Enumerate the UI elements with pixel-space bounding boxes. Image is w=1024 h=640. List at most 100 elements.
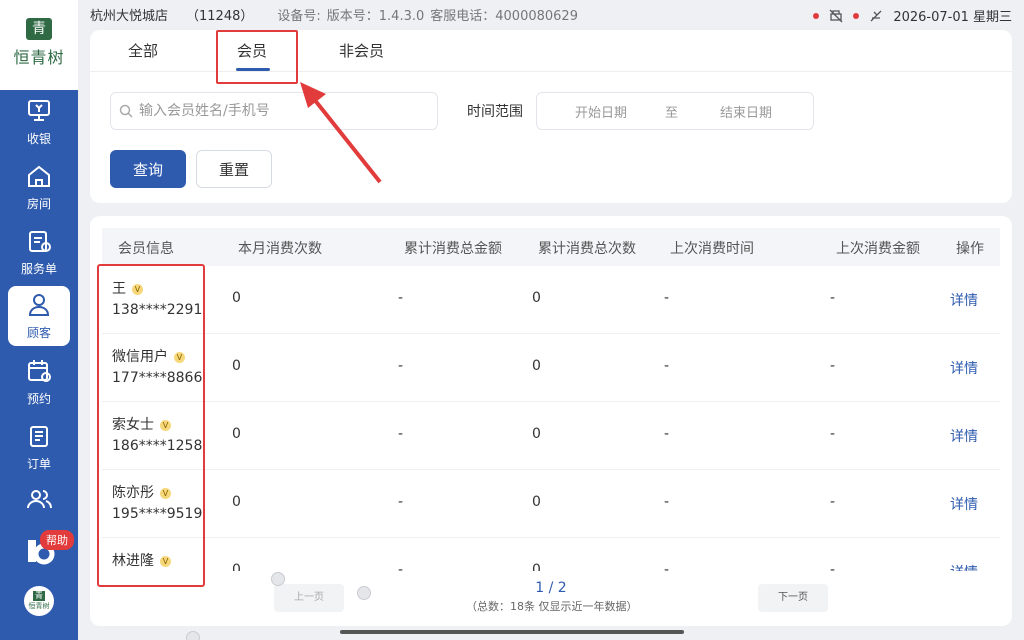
total-count-note: （总数：18条 仅显示近一年数据） <box>466 600 638 613</box>
service-order-icon <box>29 231 51 252</box>
sidebar-item-customers[interactable]: 顾客 <box>8 286 70 346</box>
total-count: 0 <box>532 358 541 374</box>
sidebar-item-service-order[interactable]: 服务单 <box>0 222 78 282</box>
col-header: 累计消费总次数 <box>538 241 636 257</box>
sidebar-item-staff[interactable] <box>0 476 78 526</box>
house-icon <box>28 165 50 187</box>
bottom-logo-text: 恒青树 <box>28 602 50 610</box>
sidebar-item-label: 订单 <box>26 457 51 471</box>
table-row[interactable]: 索女士 V 186****1258 0 - 0 - - 详情 <box>102 402 1000 470</box>
last-amount: - <box>830 494 836 510</box>
last-amount: - <box>830 562 836 571</box>
col-header: 上次消费时间 <box>670 241 754 257</box>
table-body: 王V 138****2291 0 - 0 - - 详情 微信用户 V 177***… <box>102 266 1000 571</box>
detail-link[interactable]: 详情 <box>950 426 978 446</box>
page-indicator: 1 / 2 <box>535 580 567 596</box>
date-separator: 至 <box>665 105 679 121</box>
network-off-icon <box>870 10 882 21</box>
query-button[interactable]: 查询 <box>110 150 186 188</box>
annotation-highlight-box <box>97 264 205 587</box>
sidebar-item-cashier[interactable]: 收银 <box>0 92 78 152</box>
month-count: 0 <box>232 494 241 510</box>
total-count: 0 <box>532 562 541 571</box>
sidebar: 青 恒青树 收银 房间 服务单 顾客 预约 订单 帮助 青 恒青树 <box>0 0 78 640</box>
col-header: 累计消费总金额 <box>404 241 502 257</box>
search-icon <box>119 104 133 118</box>
last-amount: - <box>830 426 836 442</box>
floating-dot <box>186 631 200 640</box>
sidebar-item-label: 服务单 <box>20 262 57 276</box>
date-range-picker[interactable]: 开始日期 至 结束日期 <box>536 92 814 130</box>
last-time: - <box>664 426 670 442</box>
col-header: 会员信息 <box>118 241 174 257</box>
logo-text: 恒青树 <box>13 48 65 67</box>
time-range-label: 时间范围 <box>467 104 523 120</box>
month-count: 0 <box>232 562 241 571</box>
last-time: - <box>664 494 670 510</box>
filter-panel: 全部 会员 非会员 时间范围 开始日期 至 结束日期 查询 重置 <box>90 30 1012 203</box>
tab-bar: 全部 会员 非会员 <box>90 30 1012 84</box>
col-header: 操作 <box>956 241 984 257</box>
sidebar-item-label: 顾客 <box>26 326 51 340</box>
page-info: 1 / 2 （总数：18条 仅显示近一年数据） <box>466 580 638 614</box>
month-count: 0 <box>232 358 241 374</box>
sidebar-item-rooms[interactable]: 房间 <box>0 157 78 217</box>
last-time: - <box>664 290 670 306</box>
last-time: - <box>664 562 670 571</box>
pagination: 上一页 1 / 2 （总数：18条 仅显示近一年数据） 下一页 <box>90 576 1012 626</box>
store-code: （11248） <box>186 8 254 24</box>
table-row[interactable]: 王V 138****2291 0 - 0 - - 详情 <box>102 266 1000 334</box>
last-time: - <box>664 358 670 374</box>
total-amount: - <box>398 494 404 510</box>
bottom-logo: 青 恒青树 <box>24 586 54 616</box>
tab-all[interactable]: 全部 <box>128 40 158 61</box>
total-count: 0 <box>532 494 541 510</box>
member-table-panel: 会员信息 本月消费次数 累计消费总金额 累计消费总次数 上次消费时间 上次消费金… <box>90 216 1012 626</box>
home-indicator <box>340 630 684 634</box>
end-date[interactable]: 结束日期 <box>720 102 772 121</box>
detail-link[interactable]: 详情 <box>950 494 978 514</box>
sidebar-item-label: 收银 <box>26 132 51 146</box>
sidebar-item-orders[interactable]: 订单 <box>0 417 78 477</box>
bottom-logo-mark: 青 <box>33 591 45 601</box>
start-date[interactable]: 开始日期 <box>575 102 627 121</box>
total-amount: - <box>398 562 404 571</box>
status-icons: 2026-07-01 星期三 <box>813 6 1012 25</box>
annotation-arrow <box>300 82 382 184</box>
detail-link[interactable]: 详情 <box>950 562 978 571</box>
annotation-highlight-box <box>216 30 298 84</box>
total-amount: - <box>398 358 404 374</box>
sidebar-item-booking[interactable]: 预约 <box>0 352 78 412</box>
help-badge[interactable]: 帮助 <box>40 530 74 550</box>
month-count: 0 <box>232 290 241 306</box>
status-dot <box>853 12 860 19</box>
reset-button[interactable]: 重置 <box>196 150 272 188</box>
sidebar-item-label: 房间 <box>26 197 51 211</box>
version-label: 版本号：1.4.3.0 <box>326 8 425 24</box>
prev-page-button[interactable]: 上一页 <box>274 584 344 612</box>
user-icon <box>28 294 50 316</box>
order-icon <box>30 426 48 447</box>
cashier-icon <box>28 100 50 121</box>
service-phone: 客服电话：4000080629 <box>430 8 578 24</box>
table-row[interactable]: 林进隆V 0 - 0 - - 详情 <box>102 538 1000 571</box>
datetime: 2026-07-01 星期三 <box>893 10 1012 25</box>
total-count: 0 <box>532 426 541 442</box>
next-page-button[interactable]: 下一页 <box>758 584 828 612</box>
detail-link[interactable]: 详情 <box>950 290 978 310</box>
detail-link[interactable]: 详情 <box>950 358 978 378</box>
store-name: 杭州大悦城店 <box>90 8 169 24</box>
device-label: 设备号: <box>277 8 321 24</box>
month-count: 0 <box>232 426 241 442</box>
status-bar: 杭州大悦城店 （11248） 设备号: 版本号：1.4.3.0 客服电话：400… <box>78 0 1024 28</box>
table-row[interactable]: 陈亦彤 V 195****9519 0 - 0 - - 详情 <box>102 470 1000 538</box>
logo-mark: 青 <box>26 18 52 40</box>
col-header: 本月消费次数 <box>238 241 322 257</box>
total-amount: - <box>398 426 404 442</box>
last-amount: - <box>830 290 836 306</box>
table-row[interactable]: 微信用户 V 177****8866 0 - 0 - - 详情 <box>102 334 1000 402</box>
sidebar-item-label: 预约 <box>26 392 51 406</box>
staff-icon <box>27 489 52 508</box>
total-amount: - <box>398 290 404 306</box>
tab-non-members[interactable]: 非会员 <box>339 40 384 61</box>
